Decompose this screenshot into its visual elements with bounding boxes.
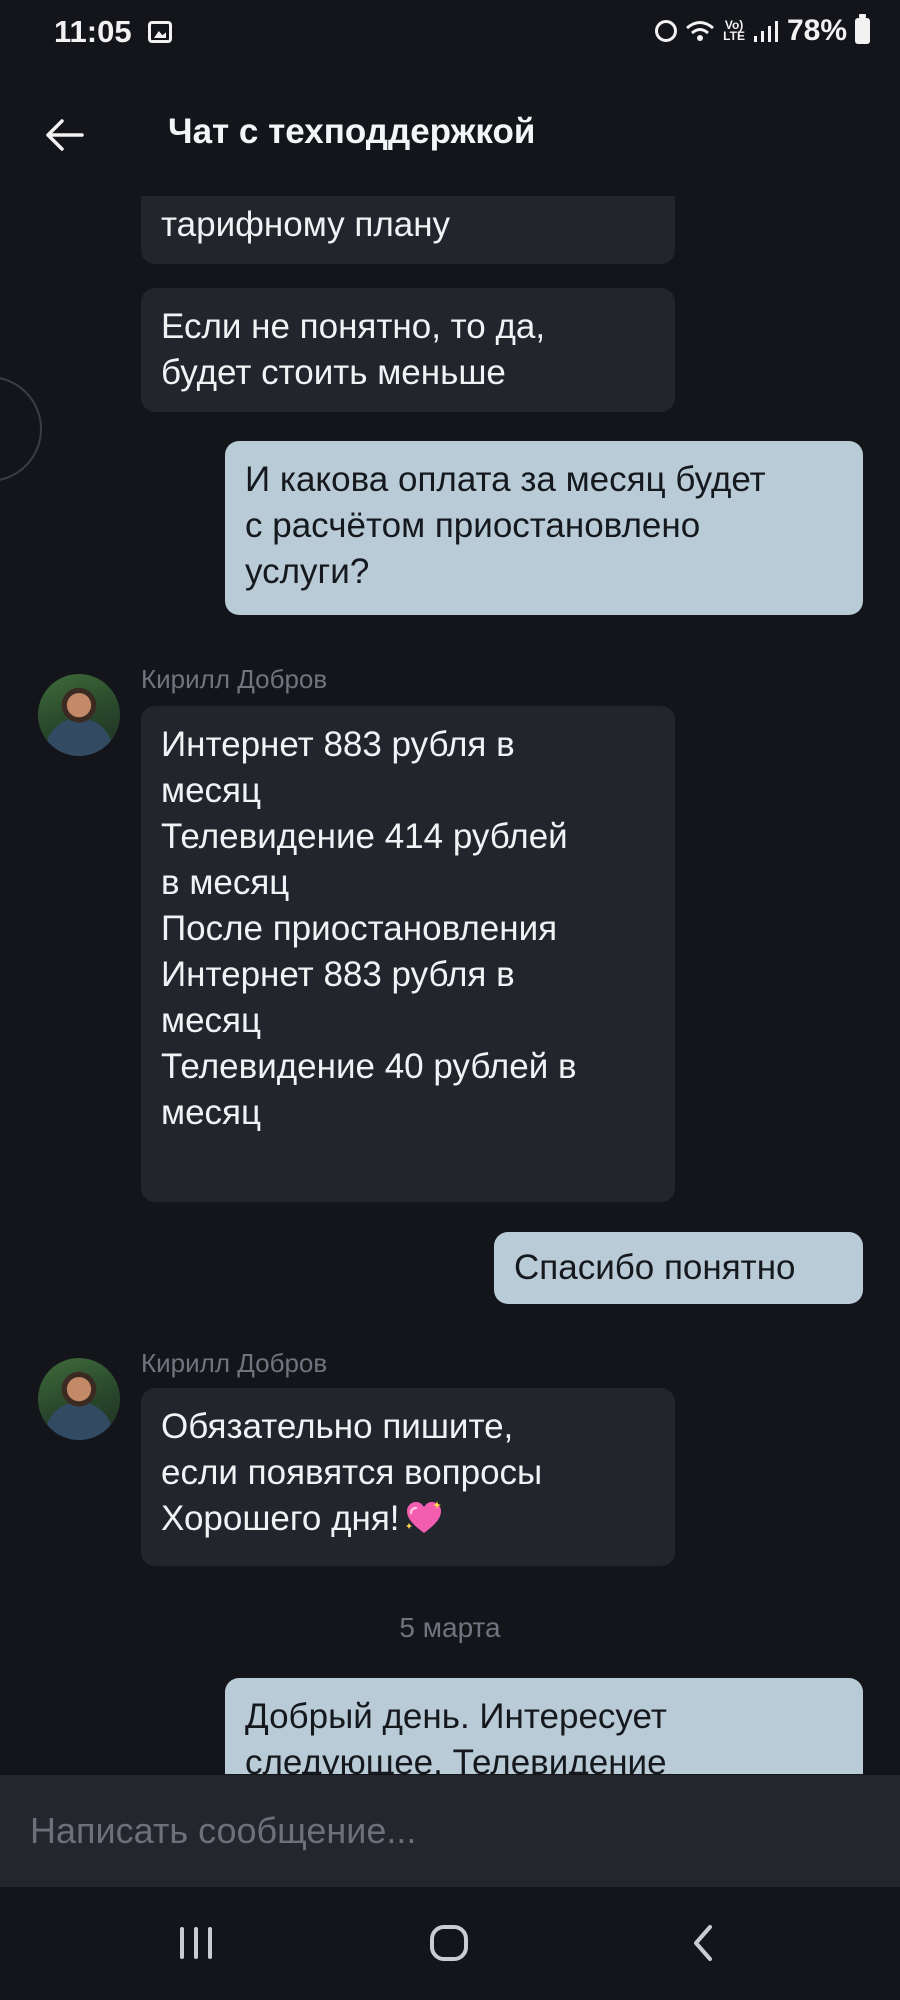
message-text: Хорошего дня! (161, 1499, 400, 1538)
message-text: После приостановления (161, 909, 558, 948)
sparkling-heart-icon (405, 1501, 441, 1533)
outgoing-message[interactable]: Добрый день. Интересует следующее. Телев… (225, 1678, 863, 1774)
battery-percent: 78% (786, 14, 847, 47)
incoming-message[interactable]: тарифному плану (141, 196, 675, 264)
date-separator: 5 марта (399, 1612, 501, 1643)
message-text: месяц (161, 1093, 262, 1132)
message-text: Добрый день. Интересует (245, 1697, 667, 1736)
message-text: Спасибо понятно (514, 1248, 796, 1287)
recent-apps-icon[interactable] (178, 1927, 214, 1959)
floating-scroll-button[interactable] (0, 376, 42, 482)
signal-icon (753, 21, 778, 42)
message-text: месяц (161, 1001, 262, 1040)
sender-name: Кирилл Добров (141, 664, 328, 694)
home-icon[interactable] (430, 1925, 468, 1961)
alarm-icon (655, 20, 678, 42)
message-text: месяц (161, 771, 262, 810)
message-text: услуги? (245, 552, 370, 591)
message-text: с расчётом приостановлено (245, 506, 701, 545)
message-text: тарифному плану (161, 205, 451, 244)
message-text: будет стоить меньше (161, 353, 506, 392)
message-text: Интернет 883 рубля в (161, 725, 515, 764)
nav-back-icon[interactable] (684, 1923, 724, 1963)
message-text: в месяц (161, 863, 290, 902)
sender-name: Кирилл Добров (141, 1348, 328, 1378)
back-arrow-icon[interactable] (40, 110, 90, 160)
outgoing-message[interactable]: И какова оплата за месяц будет с расчёто… (225, 441, 863, 615)
system-navigation-bar (0, 1887, 900, 2000)
avatar[interactable] (38, 674, 120, 756)
gallery-notification-icon (148, 21, 172, 43)
status-icons: Vo) LTE 78% (655, 14, 870, 48)
message-text: Телевидение 414 рублей (161, 817, 568, 856)
message-text: И какова оплата за месяц будет (245, 460, 766, 499)
outgoing-message[interactable]: Спасибо понятно (494, 1232, 863, 1304)
chat-title: Чат с техподдержкой (168, 112, 536, 151)
message-text: Обязательно пишите, (161, 1407, 514, 1446)
message-text: Если не понятно, то да, (161, 307, 546, 346)
wifi-icon (686, 21, 715, 41)
message-text: Телевидение 40 рублей в (161, 1047, 577, 1086)
incoming-message[interactable]: Обязательно пишите, если появятся вопрос… (141, 1388, 675, 1566)
status-time: 11:05 (54, 14, 132, 49)
status-bar: 11:05 Vo) LTE 78% (0, 0, 900, 66)
message-text: если появятся вопросы (161, 1453, 543, 1492)
lte-label: LTE (723, 29, 745, 43)
message-list[interactable]: тарифному плану Если не понятно, то да, … (0, 196, 900, 1774)
chat-header: Чат с техподдержкой (0, 90, 900, 180)
message-text: следующее. Телевидение (245, 1743, 667, 1774)
message-input[interactable] (0, 1775, 900, 1887)
volte-icon: Vo) LTE (723, 19, 745, 43)
message-text: Интернет 883 рубля в (161, 955, 515, 994)
compose-bar (0, 1775, 900, 1887)
incoming-message[interactable]: Интернет 883 рубля в месяц Телевидение 4… (141, 706, 675, 1202)
message-line-with-emoji: Хорошего дня! (161, 1496, 655, 1542)
incoming-message[interactable]: Если не понятно, то да, будет стоить мен… (141, 288, 675, 412)
avatar[interactable] (38, 1358, 120, 1440)
battery-icon (855, 14, 870, 44)
